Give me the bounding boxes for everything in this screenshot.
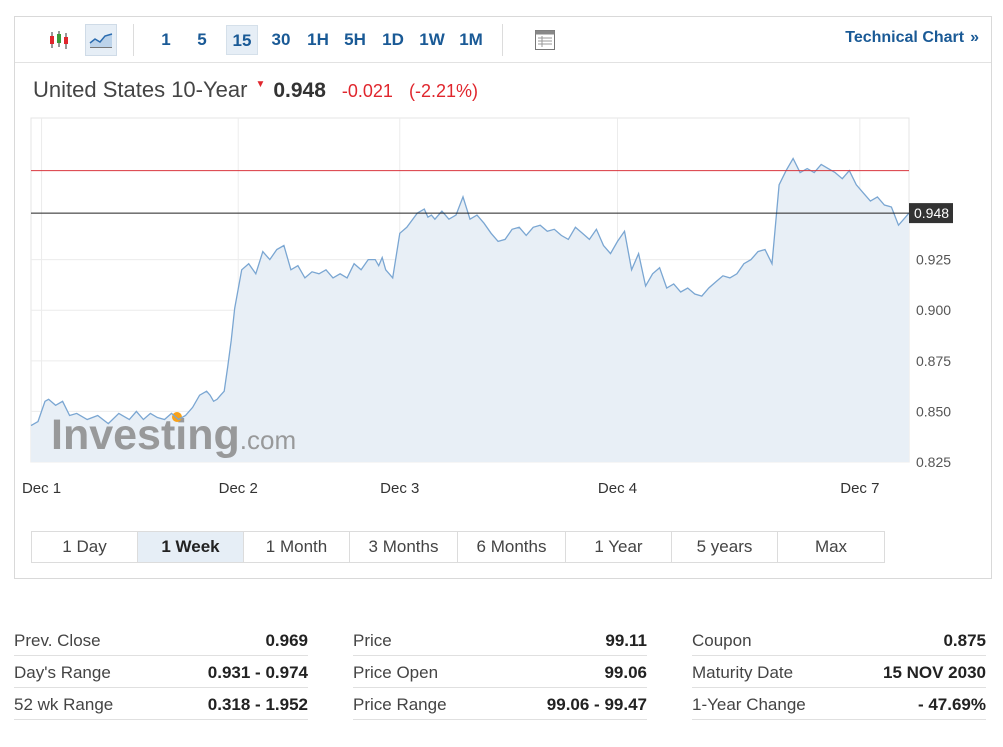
stat-row: Maturity Date 15 NOV 2030 (692, 656, 986, 688)
chart-widget: 1 5 15 30 1H 5H 1D 1W 1M Technical Chart» United… (14, 16, 992, 579)
stat-row: 1-Year Change - 47.69% (692, 688, 986, 720)
stat-value: 0.931 - 0.974 (207, 662, 308, 682)
stat-value: 0.875 (943, 630, 986, 650)
stat-value: 15 NOV 2030 (882, 662, 986, 682)
stats-column: Prev. Close 0.969 Day's Range 0.931 - 0.974… (14, 624, 308, 720)
watermark-suffix: .com (240, 425, 296, 455)
range-selector: 1 Day 1 Week 1 Month 3 Months 6 Months 1 Year… (31, 531, 885, 563)
stat-value: 99.06 - 99.47 (546, 694, 647, 714)
stat-row: Price 99.11 (353, 624, 647, 656)
stat-label: Coupon (692, 630, 752, 650)
stat-value: 0.969 (265, 630, 308, 650)
stat-label: 52 wk Range (14, 694, 114, 714)
y-tick-label: 0.900 (916, 302, 951, 318)
stat-label: Prev. Close (14, 630, 101, 650)
range-button-1-day[interactable]: 1 Day (32, 532, 138, 562)
x-tick-label: Dec 3 (380, 480, 419, 497)
stat-label: Price (353, 630, 392, 650)
stat-row: Price Open 99.06 (353, 656, 647, 688)
stat-row: Price Range 99.06 - 99.47 (353, 688, 647, 720)
stat-label: Price Range (353, 694, 447, 714)
stat-value: - 47.69% (917, 694, 986, 714)
range-button-1-month[interactable]: 1 Month (244, 532, 350, 562)
x-tick-label: Dec 2 (219, 480, 258, 497)
stat-value: 99.06 (604, 662, 647, 682)
range-button-5-years[interactable]: 5 years (672, 532, 778, 562)
stats-column: Price 99.11 Price Open 99.06 Price Range 99.0… (353, 624, 647, 720)
stat-row: Coupon 0.875 (692, 624, 986, 656)
stat-value: 99.11 (605, 630, 647, 650)
y-tick-label: 0.825 (916, 454, 951, 470)
stat-label: 1-Year Change (692, 694, 806, 714)
stats-column: Coupon 0.875 Maturity Date 15 NOV 2030 1-Yea… (692, 624, 986, 720)
range-button-6-months[interactable]: 6 Months (458, 532, 566, 562)
x-tick-label: Dec 4 (598, 480, 637, 497)
watermark-dot (172, 412, 182, 422)
stat-value: 0.318 - 1.952 (207, 694, 308, 714)
range-button-1-week[interactable]: 1 Week (138, 532, 244, 562)
y-tick-label: 0.925 (916, 252, 951, 268)
last-price-tag-label: 0.948 (914, 205, 949, 221)
x-tick-label: Dec 1 (22, 480, 61, 497)
price-chart[interactable]: Investing.com0.8250.8500.8750.9000.9250.… (15, 17, 991, 517)
range-button-1-year[interactable]: 1 Year (566, 532, 672, 562)
y-tick-label: 0.850 (916, 403, 951, 419)
stat-row: 52 wk Range 0.318 - 1.952 (14, 688, 308, 720)
stat-label: Maturity Date (692, 662, 794, 682)
stat-label: Day's Range (14, 662, 111, 682)
stat-label: Price Open (353, 662, 439, 682)
y-tick-label: 0.875 (916, 353, 951, 369)
stat-row: Prev. Close 0.969 (14, 624, 308, 656)
x-tick-label: Dec 7 (840, 480, 879, 497)
stat-row: Day's Range 0.931 - 0.974 (14, 656, 308, 688)
range-button-3-months[interactable]: 3 Months (350, 532, 458, 562)
range-button-max[interactable]: Max (778, 532, 884, 562)
